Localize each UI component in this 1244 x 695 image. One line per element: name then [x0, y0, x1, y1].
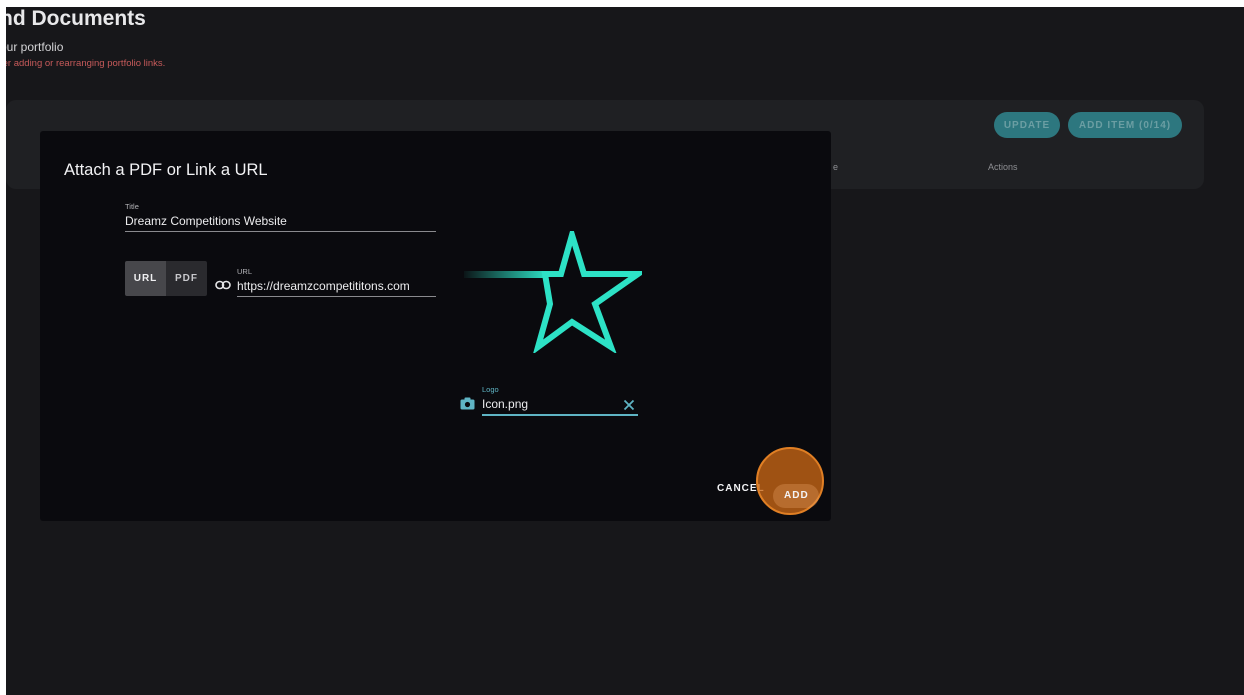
- type-toggle: URL PDF: [125, 261, 207, 296]
- url-field[interactable]: https://dreamzcompetititons.com: [237, 279, 410, 293]
- logo-preview-image: [464, 231, 642, 353]
- url-toggle-button[interactable]: URL: [125, 261, 166, 296]
- app-background: nd Documents our portfolio ter adding or…: [6, 7, 1244, 695]
- attach-dialog: Attach a PDF or Link a URL Title Dreamz …: [40, 131, 831, 521]
- link-icon: [215, 280, 231, 290]
- update-button[interactable]: UPDATE: [994, 112, 1060, 138]
- page-warning: ter adding or rearranging portfolio link…: [6, 58, 166, 69]
- url-field-label: URL: [237, 267, 253, 276]
- close-icon[interactable]: [623, 399, 635, 411]
- title-field[interactable]: Dreamz Competitions Website: [125, 214, 287, 228]
- page-title: nd Documents: [6, 7, 146, 30]
- logo-field-label: Logo: [482, 385, 499, 394]
- title-field-underline: [125, 231, 436, 232]
- column-header-actions: Actions: [988, 162, 1018, 172]
- add-button-label: ADD: [784, 490, 809, 501]
- add-item-button[interactable]: ADD ITEM (0/14): [1068, 112, 1182, 138]
- url-field-underline: [237, 296, 436, 297]
- pdf-toggle-button[interactable]: PDF: [166, 261, 207, 296]
- add-button[interactable]: ADD: [773, 484, 819, 508]
- column-header-partial: e: [833, 162, 839, 172]
- title-field-label: Title: [125, 202, 139, 211]
- page-subtitle: our portfolio: [6, 40, 64, 54]
- camera-icon: [460, 397, 475, 410]
- logo-field-underline: [482, 414, 638, 416]
- dialog-title: Attach a PDF or Link a URL: [64, 161, 268, 179]
- logo-field[interactable]: Icon.png: [482, 397, 528, 411]
